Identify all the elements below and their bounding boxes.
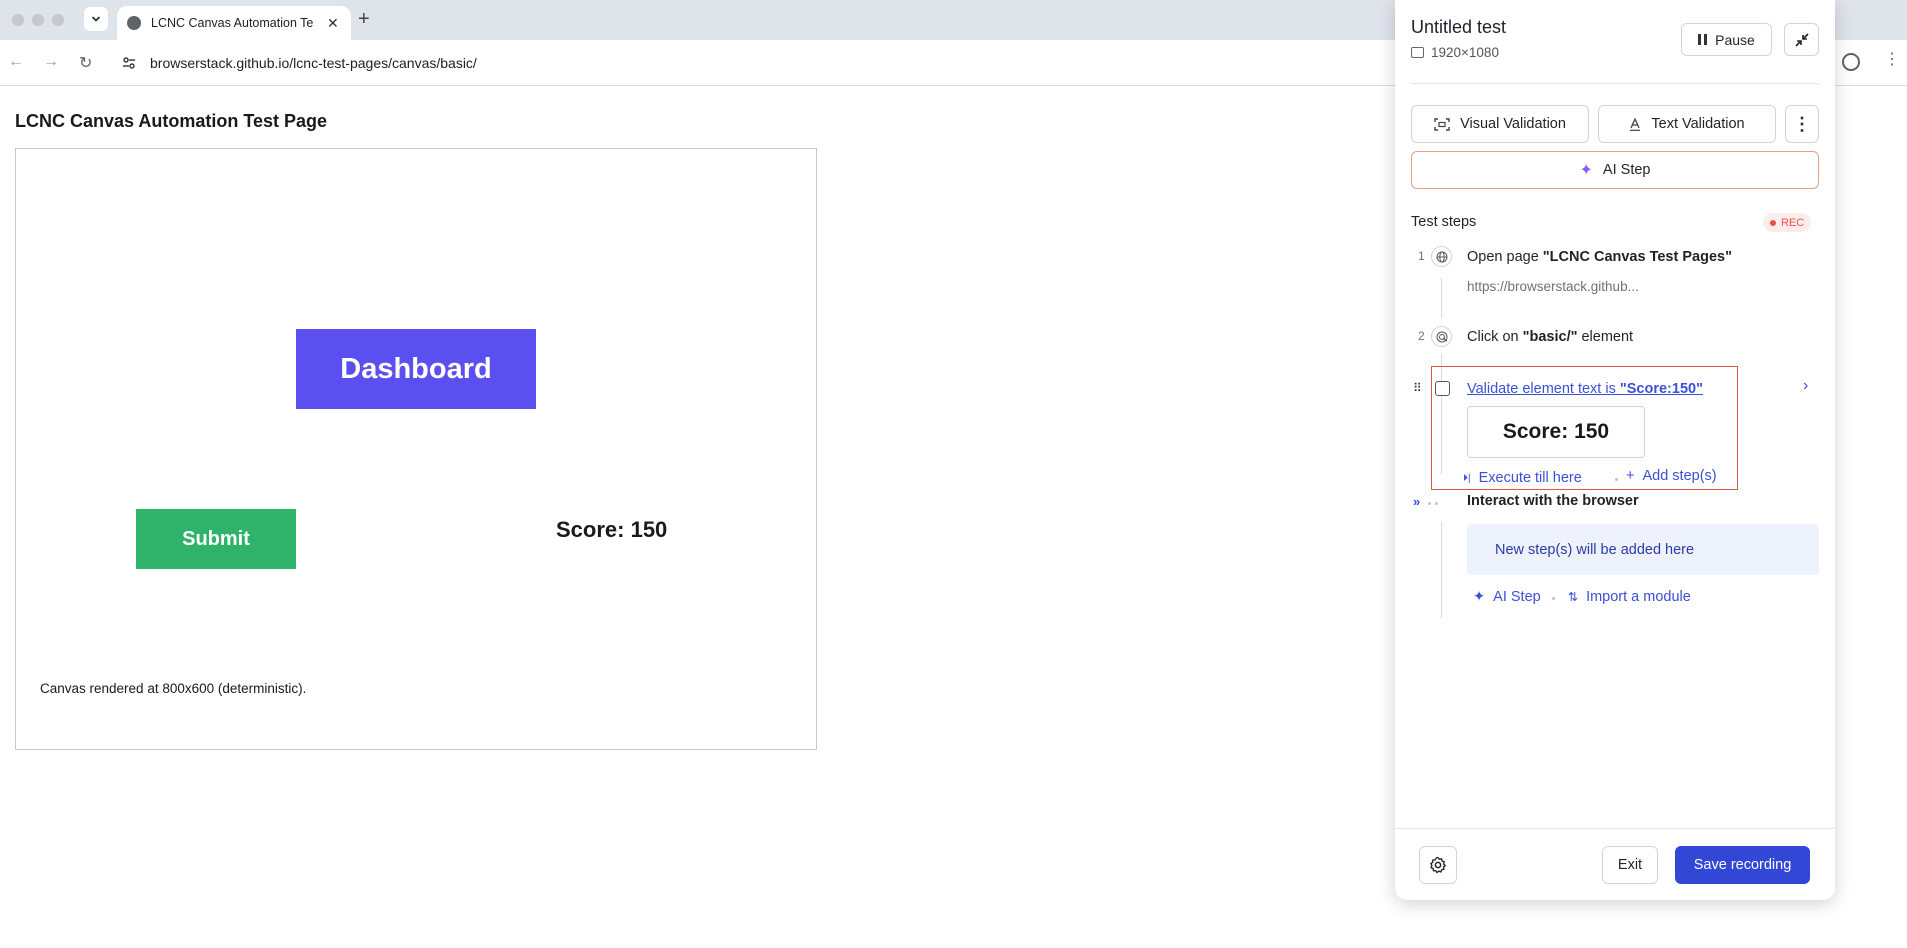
execute-label: Execute till here [1478, 470, 1582, 486]
step-prefix: Validate element text is [1467, 381, 1620, 397]
interact-heading: Interact with the browser [1467, 493, 1639, 509]
step-target: "Score:150" [1619, 381, 1703, 397]
window-maximize-dot[interactable] [52, 14, 64, 26]
header-divider [1411, 83, 1819, 84]
close-icon[interactable]: ✕ [327, 15, 339, 32]
import-icon: ⇅ [1568, 590, 1579, 604]
ai-step-button[interactable]: ✦ AI Step [1411, 151, 1819, 189]
step-checkbox[interactable] [1435, 381, 1450, 396]
forward-icon[interactable]: → [43, 53, 59, 71]
text-validation-label: Text Validation [1651, 116, 1745, 132]
step-open-page[interactable]: Open page "LCNC Canvas Test Pages" [1467, 249, 1732, 265]
dot-separator [1552, 597, 1555, 600]
step-prefix: Open page [1467, 249, 1543, 265]
drag-handle-icon[interactable]: ⠿ [1413, 381, 1422, 395]
element-preview: Score: 150 [1467, 406, 1645, 458]
score-text: Score: 150 [556, 517, 668, 542]
browser-menu-icon[interactable]: ⋮ [1884, 52, 1900, 68]
settings-button[interactable] [1419, 846, 1457, 884]
ai-step-link[interactable]: ✦ AI Step [1473, 589, 1541, 605]
step-target: "basic/" [1522, 329, 1578, 345]
more-options-button[interactable]: ⋮ [1785, 105, 1819, 143]
dot-separator [1615, 478, 1618, 481]
execute-till-here-link[interactable]: ⏵| Execute till here [1463, 470, 1582, 486]
new-tab-icon[interactable]: + [358, 8, 370, 31]
step-number: 2 [1418, 329, 1425, 343]
site-info-icon[interactable] [120, 54, 138, 72]
gear-icon [1430, 856, 1446, 874]
globe-icon [1431, 246, 1452, 267]
ai-step-link-label: AI Step [1493, 589, 1541, 605]
test-steps-heading: Test steps [1411, 214, 1477, 230]
url-text: browserstack.github.io/lcnc-test-pages/c… [150, 55, 477, 71]
step-suffix: element [1577, 329, 1634, 345]
step-url: https://browserstack.github... [1467, 279, 1639, 294]
globe-icon [127, 16, 141, 30]
add-steps-label: Add step(s) [1642, 468, 1717, 484]
step-target: "LCNC Canvas Test Pages" [1542, 249, 1732, 265]
image-icon [1411, 47, 1424, 58]
pause-button[interactable]: Pause [1681, 23, 1772, 56]
chevron-right-icon[interactable]: › [1803, 377, 1808, 395]
browser-tab[interactable]: LCNC Canvas Automation Te ✕ [117, 6, 351, 40]
skip-forward-icon: ⏵| [1463, 472, 1471, 484]
import-label: Import a module [1586, 589, 1691, 605]
double-chevron-icon: » [1413, 494, 1421, 509]
step-prefix: Click on [1467, 329, 1523, 345]
profile-icon[interactable] [1842, 53, 1860, 71]
step-number: 1 [1418, 249, 1425, 263]
plus-icon: + [1626, 468, 1635, 484]
click-target-icon [1431, 326, 1452, 347]
url-field[interactable]: browserstack.github.io/lcnc-test-pages/c… [108, 46, 1458, 80]
record-dot-icon [1770, 219, 1776, 226]
step-click[interactable]: Click on "basic/" element [1467, 329, 1633, 345]
collapse-button[interactable] [1784, 23, 1819, 56]
scan-icon [1434, 117, 1450, 131]
import-module-link[interactable]: ⇅ Import a module [1568, 589, 1691, 605]
sparkle-icon: ✦ [1579, 162, 1593, 179]
canvas-note: Canvas rendered at 800x600 (deterministi… [40, 681, 307, 696]
submit-button[interactable]: Submit [136, 509, 296, 569]
text-icon [1630, 117, 1641, 131]
chevron-down-icon [91, 16, 101, 22]
window-close-dot[interactable] [12, 14, 24, 26]
save-recording-button[interactable]: Save recording [1675, 846, 1810, 884]
pause-icon [1698, 34, 1708, 45]
resolution-info: 1920×1080 [1411, 45, 1499, 60]
new-steps-placeholder: New step(s) will be added here [1467, 524, 1819, 575]
dot-separator [1435, 502, 1438, 505]
tab-title: LCNC Canvas Automation Te [151, 16, 314, 30]
tab-search-button[interactable] [84, 7, 108, 31]
dot-separator [1428, 502, 1431, 505]
resolution-text: 1920×1080 [1431, 45, 1499, 60]
page-title: LCNC Canvas Automation Test Page [15, 111, 328, 131]
back-icon[interactable]: ← [8, 53, 24, 71]
window-minimize-dot[interactable] [32, 14, 44, 26]
canvas-area[interactable]: Dashboard Submit Score: 150 Canvas rende… [15, 148, 817, 750]
visual-validation-label: Visual Validation [1460, 116, 1566, 132]
step-connector [1441, 278, 1442, 318]
dashboard-button[interactable]: Dashboard [296, 329, 536, 409]
step-connector [1441, 522, 1442, 618]
exit-button[interactable]: Exit [1602, 846, 1658, 884]
recorder-panel: Untitled test 1920×1080 Pause Visual Val… [1395, 0, 1835, 900]
validate-text-step[interactable]: Validate element text is "Score:150" [1467, 381, 1703, 397]
sparkle-icon: ✦ [1473, 589, 1486, 605]
pause-label: Pause [1715, 31, 1755, 48]
rec-badge: REC [1763, 213, 1812, 232]
footer-divider [1395, 828, 1835, 829]
text-validation-button[interactable]: Text Validation [1598, 105, 1776, 143]
reload-icon[interactable]: ↻ [79, 53, 92, 73]
add-steps-link[interactable]: + Add step(s) [1626, 468, 1717, 484]
visual-validation-button[interactable]: Visual Validation [1411, 105, 1589, 143]
minimize-arrows-icon [1794, 32, 1809, 47]
ai-step-label: AI Step [1602, 162, 1651, 178]
test-title[interactable]: Untitled test [1411, 17, 1506, 38]
rec-label: REC [1781, 216, 1805, 229]
